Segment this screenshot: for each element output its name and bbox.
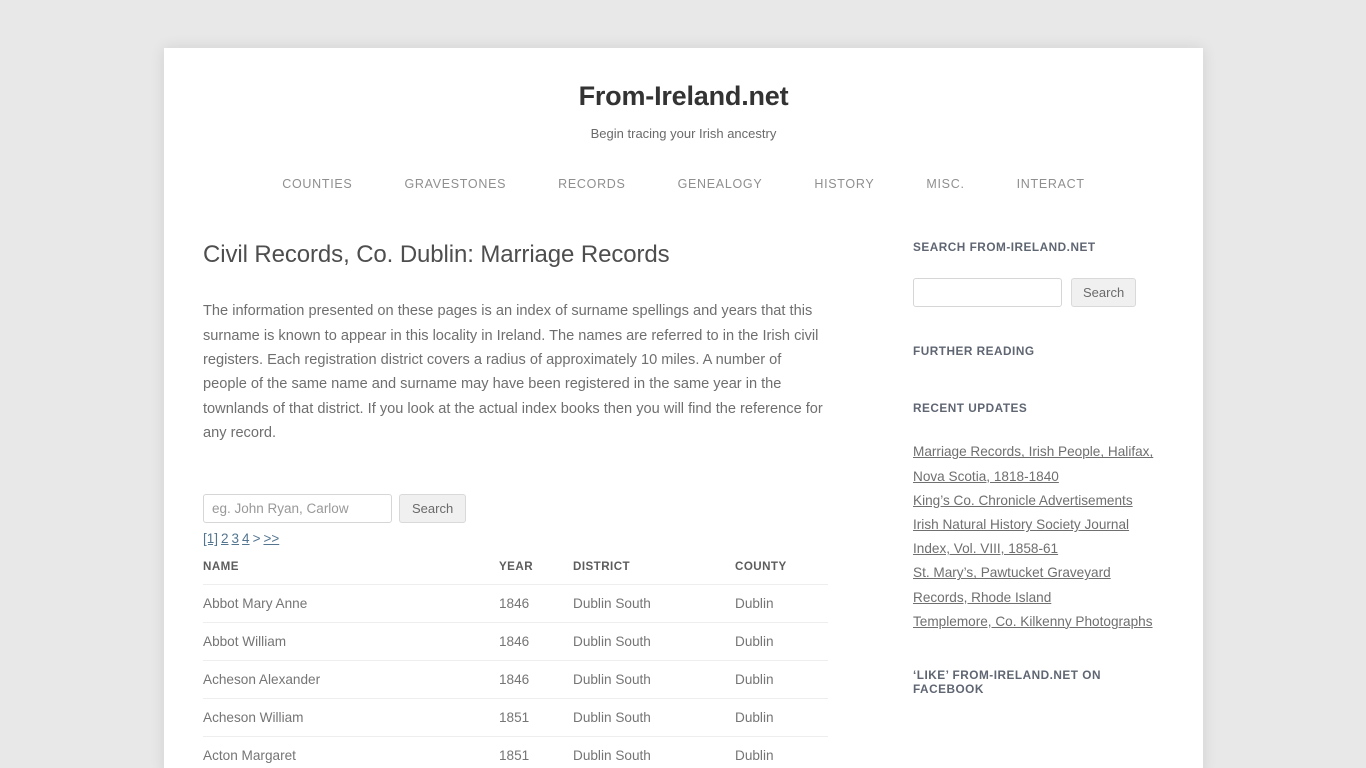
nav-item-counties[interactable]: COUNTIES [256,174,378,194]
recent-updates-list: Marriage Records, Irish People, Halifax,… [913,440,1160,634]
intro-paragraph: The information presented on these pages… [203,303,823,441]
list-item: Templemore, Co. Kilkenny Photographs [913,610,1160,634]
cell-county: Dublin [735,584,828,624]
records-table-body: Abbot Mary Anne 1846 Dublin South Dublin… [203,584,828,768]
site-container: From-Ireland.net Begin tracing your Iris… [164,48,1203,768]
widget-further-reading: FURTHER READING [913,344,1160,358]
site-description: Begin tracing your Irish ancestry [590,126,777,142]
widget-title-recent-updates: RECENT UPDATES [913,401,1028,416]
table-header-row: NAME YEAR DISTRICT COUNTY [203,560,828,586]
widget-facebook: ‘LIKE’ FROM-IRELAND.NET ON FACEBOOK [913,668,1160,696]
cell-name: Acheson Alexander [203,660,499,700]
page-wrap: From-Ireland.net Begin tracing your Iris… [0,0,1366,768]
table-row: Abbot Mary Anne 1846 Dublin South Dublin [203,584,828,624]
records-search-form: Search [203,494,828,524]
nav-item-history[interactable]: HISTORY [788,174,900,194]
pagination-page-2[interactable]: 2 [221,531,229,546]
cell-year: 1846 [499,622,573,662]
cell-name: Abbot William [203,622,499,662]
column-header-name: NAME [203,560,499,586]
primary-navigation[interactable]: COUNTIES GRAVESTONES RECORDS GENEALOGY H… [164,174,1203,194]
list-item: Marriage Records, Irish People, Halifax,… [913,440,1160,488]
site-search-form: Search [913,278,1160,308]
recent-update-link-2[interactable]: King’s Co. Chronicle Advertisements [913,493,1133,508]
widget-title-site-search: SEARCH FROM-IRELAND.NET [913,240,1096,255]
column-header-county: COUNTY [735,560,828,586]
sidebar: SEARCH FROM-IRELAND.NET Search FURTHER R… [913,240,1160,696]
column-header-year: YEAR [499,560,573,586]
nav-item-interact[interactable]: INTERACT [991,174,1111,194]
site-title-link[interactable]: From-Ireland.net [579,81,789,111]
widget-title-facebook: ‘LIKE’ FROM-IRELAND.NET ON FACEBOOK [913,668,1101,697]
cell-district: Dublin South [573,622,735,662]
nav-item-misc[interactable]: MISC. [900,174,990,194]
pagination-last[interactable]: >> [263,531,279,546]
site-search-button[interactable]: Search [1071,278,1137,308]
table-row: Acheson Alexander 1846 Dublin South Dubl… [203,660,828,700]
records-table: NAME YEAR DISTRICT COUNTY Abbot Mary Ann… [203,560,828,768]
content-row: Civil Records, Co. Dublin: Marriage Reco… [164,240,1203,768]
table-row: Acheson William 1851 Dublin South Dublin [203,698,828,738]
table-row: Acton Margaret 1851 Dublin South Dublin [203,736,828,768]
table-row: Abbot William 1846 Dublin South Dublin [203,622,828,662]
cell-year: 1851 [499,736,573,768]
pagination-page-1[interactable]: [1] [203,531,218,546]
widget-title-further-reading: FURTHER READING [913,344,1035,359]
cell-year: 1846 [499,660,573,700]
widget-site-search: SEARCH FROM-IRELAND.NET Search [913,240,1160,308]
cell-county: Dublin [735,698,828,738]
cell-county: Dublin [735,660,828,700]
cell-district: Dublin South [573,660,735,700]
list-item: St. Mary’s, Pawtucket Graveyard Records,… [913,561,1160,609]
cell-name: Acton Margaret [203,736,499,768]
recent-update-link-1[interactable]: Marriage Records, Irish People, Halifax,… [913,444,1153,483]
pagination-next[interactable]: > [253,531,261,546]
recent-update-link-3[interactable]: Irish Natural History Society Journal In… [913,517,1129,556]
cell-county: Dublin [735,736,828,768]
list-item: King’s Co. Chronicle Advertisements [913,489,1160,513]
nav-item-genealogy[interactable]: GENEALOGY [652,174,789,194]
page-title: Civil Records, Co. Dublin: Marriage Reco… [203,241,670,269]
cell-district: Dublin South [573,584,735,624]
pagination[interactable]: [1] 2 3 4 > >> [203,529,828,549]
recent-update-link-5[interactable]: Templemore, Co. Kilkenny Photographs [913,614,1153,629]
records-table-head: NAME YEAR DISTRICT COUNTY [203,560,828,586]
pagination-page-4[interactable]: 4 [242,531,250,546]
cell-year: 1851 [499,698,573,738]
cell-county: Dublin [735,622,828,662]
site-search-input[interactable] [913,278,1062,308]
main-column: Civil Records, Co. Dublin: Marriage Reco… [203,240,828,768]
cell-year: 1846 [499,584,573,624]
recent-update-link-4[interactable]: St. Mary’s, Pawtucket Graveyard Records,… [913,565,1111,604]
cell-name: Acheson William [203,698,499,738]
pagination-page-3[interactable]: 3 [232,531,240,546]
cell-district: Dublin South [573,698,735,738]
site-title: From-Ireland.net [164,80,1203,112]
nav-item-records[interactable]: RECORDS [532,174,651,194]
site-header: From-Ireland.net Begin tracing your Iris… [164,48,1203,141]
cell-district: Dublin South [573,736,735,768]
records-search-button[interactable]: Search [399,494,467,524]
widget-recent-updates: RECENT UPDATES Marriage Records, Irish P… [913,401,1160,634]
nav-item-gravestones[interactable]: GRAVESTONES [378,174,532,194]
cell-name: Abbot Mary Anne [203,584,499,624]
records-search-input[interactable] [203,494,392,524]
list-item: Irish Natural History Society Journal In… [913,513,1160,561]
column-header-district: DISTRICT [573,560,735,586]
